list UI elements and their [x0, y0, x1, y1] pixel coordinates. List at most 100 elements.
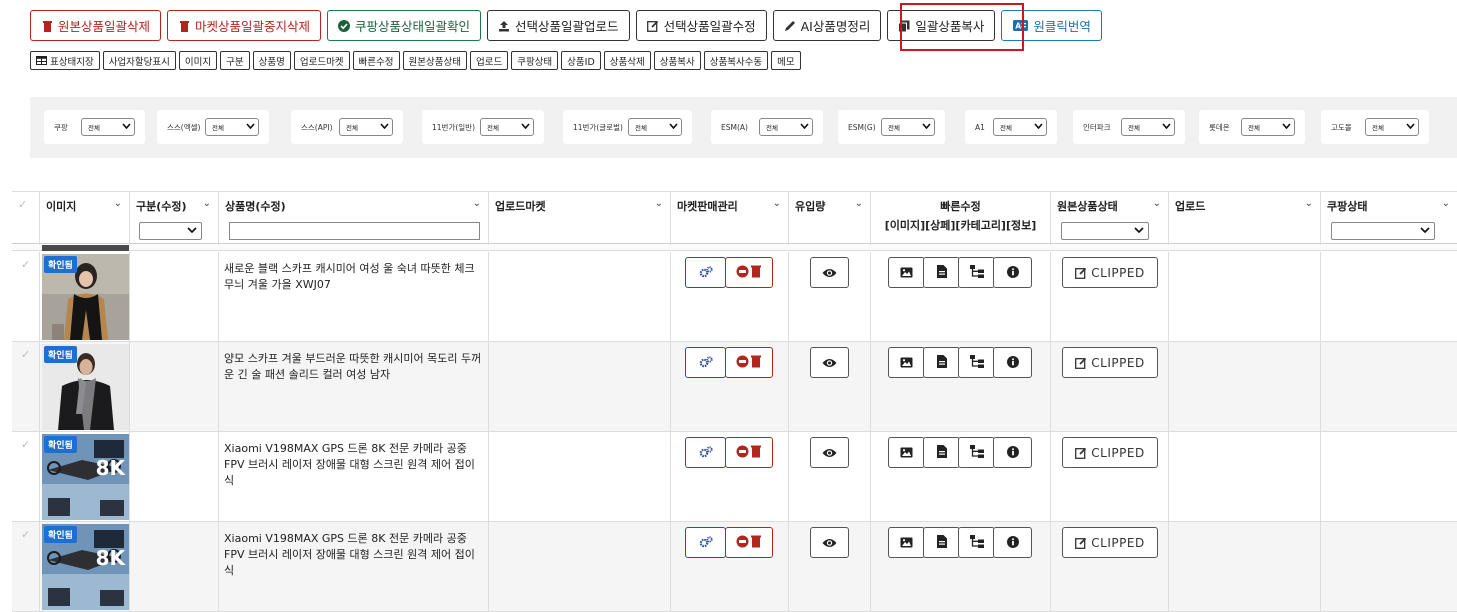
edit-detail-page-button[interactable]: [923, 527, 960, 558]
filter-select[interactable]: 전체: [1365, 118, 1419, 136]
source-status-button[interactable]: CLIPPED: [1062, 347, 1158, 378]
edit-info-button[interactable]: [993, 347, 1032, 378]
bulk-edit-button[interactable]: 선택상품일괄수정: [635, 10, 767, 41]
stop-delete-market-button[interactable]: [725, 437, 773, 468]
market-settings-button[interactable]: [685, 527, 726, 558]
delete-source-products-button[interactable]: 원본상품일괄삭제: [30, 10, 162, 41]
market-settings-button[interactable]: [685, 347, 726, 378]
column-header-upload-market[interactable]: 업로드마켓 ⌄: [489, 192, 671, 245]
filter-select[interactable]: 전체: [1241, 118, 1295, 136]
table-row[interactable]: ✓ 8K 확인됨 Xiaomi V198MAX GPS 드론 8K 전문 카메라…: [12, 432, 1457, 522]
row-checkbox[interactable]: ✓: [12, 522, 40, 612]
edit-info-button[interactable]: [993, 257, 1032, 288]
edit-image-button[interactable]: [888, 347, 925, 378]
view-traffic-button[interactable]: [810, 257, 849, 288]
market-settings-button[interactable]: [685, 437, 726, 468]
toggle-category[interactable]: 구분: [220, 51, 250, 70]
edit-category-button[interactable]: [958, 347, 995, 378]
trash-icon: [41, 20, 53, 32]
toggle-product-copy[interactable]: 상품복사: [653, 51, 701, 70]
edit-detail-page-button[interactable]: [923, 347, 960, 378]
edit-image-button[interactable]: [888, 257, 925, 288]
toggle-image[interactable]: 이미지: [178, 51, 218, 70]
product-thumbnail[interactable]: 확인됨: [42, 344, 129, 430]
toggle-product-copy-manual[interactable]: 상품복사수동: [703, 51, 769, 70]
filter-select[interactable]: 전체: [81, 118, 135, 136]
toggle-memo[interactable]: 메모: [771, 51, 801, 70]
column-header-upload[interactable]: 업로드 ⌄: [1169, 192, 1321, 245]
product-name-cell[interactable]: 새로운 블랙 스카프 캐시미어 여성 울 숙녀 따뜻한 체크 무늬 겨울 가을 …: [219, 252, 489, 342]
edit-image-button[interactable]: [888, 527, 925, 558]
toggle-upload-market[interactable]: 업로드마켓: [293, 51, 350, 70]
filter-select[interactable]: 전체: [628, 118, 682, 136]
toggle-coupang-status[interactable]: 쿠팡상태: [511, 51, 559, 70]
toggle-business-display[interactable]: 사업자할당표시: [102, 51, 176, 70]
category-cell[interactable]: [130, 522, 219, 612]
view-traffic-button[interactable]: [810, 437, 849, 468]
edit-image-button[interactable]: [888, 437, 925, 468]
view-traffic-button[interactable]: [810, 527, 849, 558]
source-status-button[interactable]: CLIPPED: [1062, 257, 1158, 288]
stop-delete-market-products-button[interactable]: 마켓상품일괄중지삭제: [167, 10, 322, 41]
product-thumbnail[interactable]: 확인됨: [42, 254, 129, 340]
product-name-cell[interactable]: Xiaomi V198MAX GPS 드론 8K 전문 카메라 공중 FPV 브…: [219, 522, 489, 612]
table-row[interactable]: ✓ 확인됨 새로운 블랙 스카프 캐시미어 여성 울 숙녀 따뜻한 체크 무늬 …: [12, 252, 1457, 342]
row-checkbox[interactable]: ✓: [12, 342, 40, 432]
source-status-filter-select[interactable]: [1061, 222, 1149, 240]
category-cell[interactable]: [130, 342, 219, 432]
coupang-status-filter-select[interactable]: [1331, 222, 1435, 240]
row-checkbox[interactable]: ✓: [12, 252, 40, 342]
toggle-table-state-save[interactable]: 표상태지장: [30, 51, 100, 70]
filter-select[interactable]: 전체: [881, 118, 935, 136]
filter-select[interactable]: 전체: [205, 118, 259, 136]
upload-market-cell: [489, 252, 671, 342]
toggle-quick-edit[interactable]: 빠른수정: [352, 51, 400, 70]
stop-delete-market-button[interactable]: [725, 257, 773, 288]
chevron-down-icon: [1162, 123, 1171, 131]
filter-select[interactable]: 전체: [759, 118, 813, 136]
column-header-traffic[interactable]: 유입량 ⌄: [789, 192, 871, 245]
filter-select[interactable]: 전체: [1121, 118, 1175, 136]
toggle-product-id[interactable]: 상품ID: [561, 51, 601, 70]
view-traffic-button[interactable]: [810, 347, 849, 378]
category-cell[interactable]: [130, 432, 219, 522]
column-header-image[interactable]: 이미지 ⌄: [40, 192, 130, 245]
sitemap-icon: [969, 533, 984, 552]
product-name-filter-input[interactable]: [229, 222, 480, 240]
filter-select[interactable]: 전체: [993, 118, 1047, 136]
edit-category-button[interactable]: [958, 257, 995, 288]
row-checkbox[interactable]: ✓: [12, 432, 40, 522]
filter-select[interactable]: 전체: [339, 118, 393, 136]
category-filter-select[interactable]: [139, 222, 202, 240]
stop-delete-market-button[interactable]: [725, 347, 773, 378]
product-name-cell[interactable]: 양모 스카프 겨울 부드러운 따뜻한 캐시미어 목도리 두꺼운 긴 술 패션 솔…: [219, 342, 489, 432]
bulk-upload-button[interactable]: 선택상품일괄업로드: [487, 10, 630, 41]
toggle-product-delete[interactable]: 상품삭제: [603, 51, 651, 70]
toggle-product-name[interactable]: 상품명: [252, 51, 291, 70]
source-status-button[interactable]: CLIPPED: [1062, 527, 1158, 558]
edit-info-button[interactable]: [993, 437, 1032, 468]
column-header-quick-edit[interactable]: 빠른수정 [이미지][상페][카테고리][정보]: [871, 192, 1051, 245]
edit-info-button[interactable]: [993, 527, 1032, 558]
market-settings-button[interactable]: [685, 257, 726, 288]
table-row[interactable]: ✓ 확인됨 양모 스카프 겨울 부드러운 따뜻한 캐시미어 목도리 두꺼운 긴 …: [12, 342, 1457, 432]
edit-detail-page-button[interactable]: [923, 257, 960, 288]
edit-detail-page-button[interactable]: [923, 437, 960, 468]
edit-category-button[interactable]: [958, 437, 995, 468]
source-status-button[interactable]: CLIPPED: [1062, 437, 1158, 468]
ai-product-name-button[interactable]: AI상품명정리: [772, 10, 882, 41]
filter-select[interactable]: 전체: [480, 118, 534, 136]
toggle-source-status[interactable]: 원본상품상태: [402, 51, 467, 70]
product-thumbnail[interactable]: 8K 확인됨: [42, 434, 129, 520]
chevron-down-icon: [800, 123, 809, 131]
toggle-upload[interactable]: 업로드: [469, 51, 509, 70]
stop-delete-market-button[interactable]: [725, 527, 773, 558]
column-header-market-sales[interactable]: 마켓판매관리 ⌄: [671, 192, 789, 245]
product-thumbnail[interactable]: 8K 확인됨: [42, 524, 129, 610]
category-cell[interactable]: [130, 252, 219, 342]
select-all-checkbox[interactable]: ✓: [12, 192, 40, 245]
product-name-cell[interactable]: Xiaomi V198MAX GPS 드론 8K 전문 카메라 공중 FPV 브…: [219, 432, 489, 522]
edit-category-button[interactable]: [958, 527, 995, 558]
table-row[interactable]: ✓ 8K 확인됨 Xiaomi V198MAX GPS 드론 8K 전문 카메라…: [12, 522, 1457, 612]
check-coupang-status-button[interactable]: 쿠팡상품상태일괄확인: [327, 10, 482, 41]
